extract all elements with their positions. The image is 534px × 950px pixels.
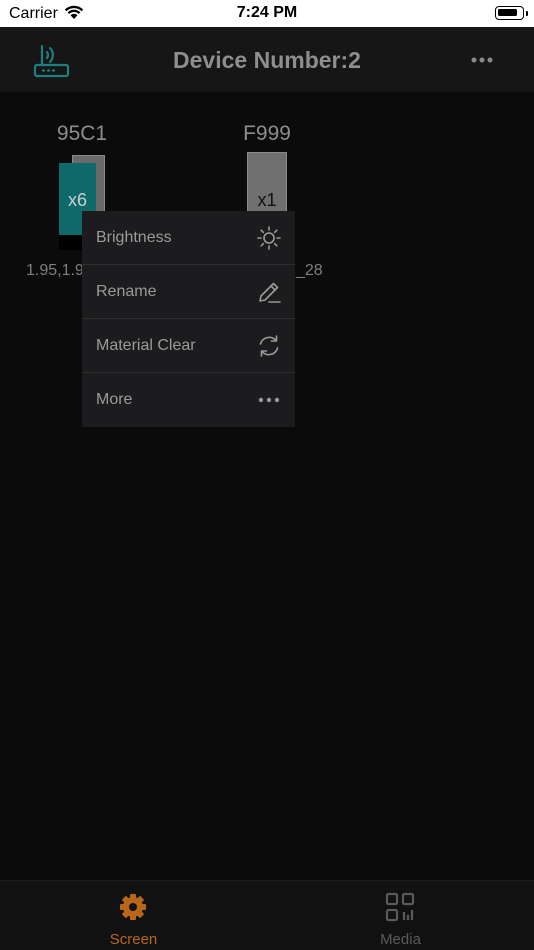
device-name: F999	[243, 122, 291, 145]
menu-item-more[interactable]: More	[82, 373, 295, 427]
tab-bar: Screen Media	[0, 880, 534, 950]
menu-item-rename[interactable]: Rename	[82, 265, 295, 319]
sun-icon	[256, 225, 282, 251]
grid-icon	[384, 891, 416, 923]
device-name: 95C1	[56, 122, 108, 145]
gear-icon	[117, 891, 149, 923]
refresh-icon	[256, 333, 282, 359]
more-icon	[256, 387, 282, 413]
page-title: Device Number:2	[173, 47, 361, 73]
tab-media[interactable]: Media	[267, 881, 534, 950]
context-menu: Brightness Rename Material Clear More	[82, 211, 295, 427]
menu-item-material-clear[interactable]: Material Clear	[82, 319, 295, 373]
tab-screen[interactable]: Screen	[0, 881, 267, 950]
menu-item-label: Material Clear	[96, 337, 196, 354]
battery-icon	[495, 6, 528, 20]
menu-item-label: Brightness	[96, 229, 172, 246]
device-info: _28	[296, 262, 323, 279]
more-icon[interactable]	[466, 49, 498, 71]
device-info: 1.95,1.9	[26, 262, 84, 279]
status-bar: Carrier 7:24 PM	[0, 0, 534, 27]
clock: 7:24 PM	[236, 4, 298, 21]
menu-item-label: Rename	[96, 283, 157, 300]
tab-label: Screen	[109, 931, 158, 948]
pencil-icon	[256, 279, 282, 305]
menu-item-brightness[interactable]: Brightness	[82, 211, 295, 265]
menu-item-label: More	[96, 391, 133, 408]
tab-label: Media	[380, 931, 421, 948]
device-count: x1	[257, 190, 277, 210]
header: Device Number:2	[0, 27, 534, 92]
device-count: x6	[67, 190, 87, 210]
device-card[interactable]: x1	[247, 152, 287, 216]
